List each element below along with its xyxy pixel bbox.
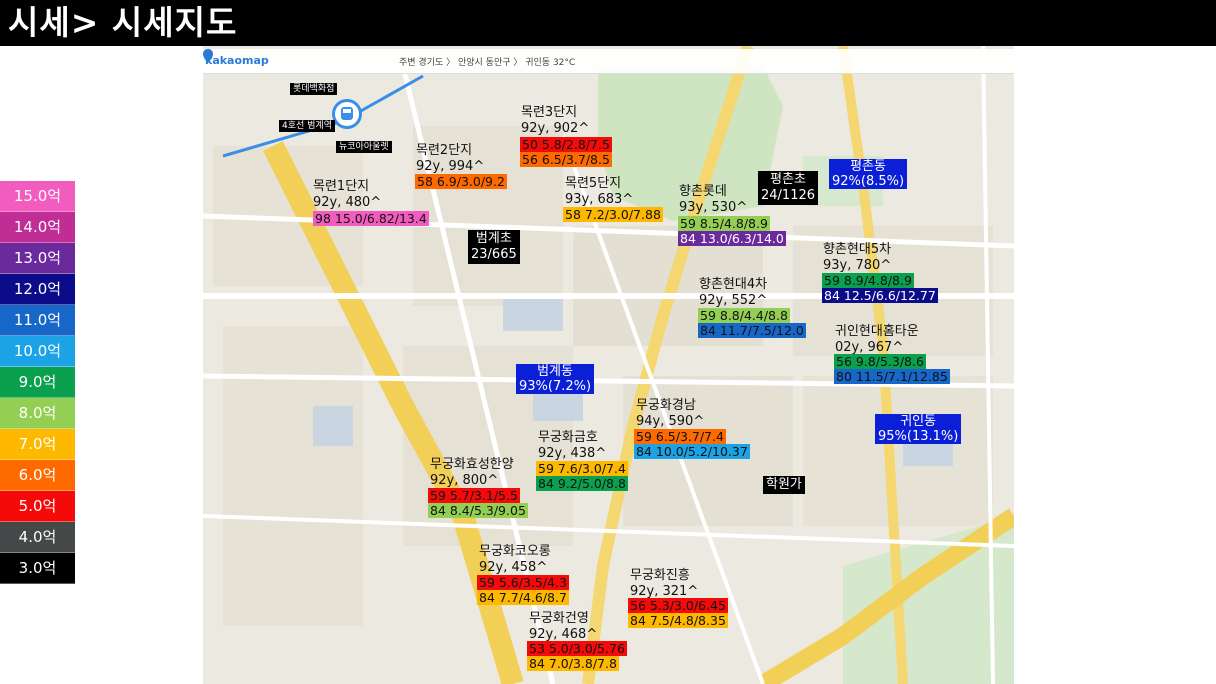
- pin-lotte-department-store[interactable]: 롯데백화점: [290, 83, 338, 95]
- pin-newcore-outlet[interactable]: 뉴코아아울렛: [336, 141, 392, 153]
- legend-item: 8.0억: [0, 398, 75, 429]
- apt-mugung-hyosung-price-59: 59 5.7/3.1/5.5: [428, 488, 520, 503]
- apt-hyangchon4-price-59: 59 8.8/4.4/8.8: [698, 308, 790, 323]
- apt-mugung-hyosung-name[interactable]: 무궁화효성한양: [430, 457, 514, 473]
- apt-mokryeon2-year: 92y, 994^: [416, 159, 485, 174]
- apt-mugung-jinheung-price-84: 84 7.5/4.8/8.35: [628, 613, 728, 628]
- title-bar: 시세> 시세지도: [0, 0, 1216, 46]
- apt-gwiin-hometown-name[interactable]: 귀인현대홈타운: [835, 324, 919, 340]
- kakaomap-logo: kakaomap: [205, 54, 269, 67]
- apt-mokryeon3-name[interactable]: 목련3단지: [521, 105, 577, 121]
- pin-beomgye-station[interactable]: 4호선 범계역: [279, 120, 335, 132]
- apt-mugung-gyeongnam-year: 94y, 590^: [636, 414, 705, 429]
- apt-mugung-gyeongnam-price-84: 84 10.0/5.2/10.37: [634, 444, 750, 459]
- apt-mugung-geumho-price-84: 84 9.2/5.0/8.8: [536, 476, 628, 491]
- apt-hyangchon4-name[interactable]: 향촌현대4차: [699, 277, 767, 293]
- apt-mugung-kolon-name[interactable]: 무궁화코오롱: [479, 544, 551, 560]
- apt-hyangchon5-name[interactable]: 향촌현대5차: [823, 242, 891, 258]
- apt-mugung-kolon-year: 92y, 458^: [479, 560, 548, 575]
- apt-hyangchon4-year: 92y, 552^: [699, 293, 768, 308]
- subway-station-icon: [332, 99, 362, 129]
- apt-gwiin-hometown-price-80: 80 11.5/7.1/12.85: [834, 369, 950, 384]
- stat-name: 평촌동: [850, 159, 886, 174]
- school-name: 평촌초: [770, 172, 806, 187]
- legend-item: 9.0억: [0, 367, 75, 398]
- apt-mugung-geonyoung-name[interactable]: 무궁화건영: [529, 611, 589, 627]
- apt-mugung-geumho-name[interactable]: 무궁화금호: [538, 430, 598, 446]
- apt-hyangchon5-price-59: 59 8.9/4.8/8.9: [822, 273, 914, 288]
- apt-mugung-kolon-price-59: 59 5.6/3.5/4.3: [477, 575, 569, 590]
- legend-item: 10.0억: [0, 336, 75, 367]
- apt-mokryeon5-year: 93y, 683^: [565, 192, 634, 207]
- legend-item: 7.0억: [0, 429, 75, 460]
- school-beomgye: 범계초 23/665: [468, 230, 520, 264]
- school-count: 23/665: [471, 247, 517, 262]
- apt-mugung-geonyoung-price-53: 53 5.0/3.0/5.76: [527, 641, 627, 656]
- map-toolbar: kakaomap 주변 경기도 〉 안양시 동안구 〉 귀인동 32°C: [203, 49, 1014, 74]
- apt-mokryeon2-price: 58 6.9/3.0/9.2: [415, 174, 507, 189]
- stat-pyeongchon: 평촌동 92%(8.5%): [829, 159, 908, 189]
- apt-hyangchon5-year: 93y, 780^: [823, 258, 892, 273]
- location-pin-icon[interactable]: [203, 49, 213, 63]
- legend-item: 5.0억: [0, 491, 75, 522]
- apt-hyangchon5-price-84: 84 12.5/6.6/12.77: [822, 288, 938, 303]
- apt-mugung-hyosung-year: 92y, 800^: [430, 473, 499, 488]
- apt-hyangchon-lotte-price-59: 59 8.5/4.8/8.9: [678, 216, 770, 231]
- apt-mugung-geumho-price-59: 59 7.6/3.0/7.4: [536, 461, 628, 476]
- stat-name: 범계동: [537, 364, 573, 379]
- price-legend: 15.0억 14.0억 13.0억 12.0억 11.0억 10.0억 9.0억…: [0, 181, 75, 584]
- school-pyeongchon: 평촌초 24/1126: [758, 171, 819, 205]
- legend-item: 15.0억: [0, 181, 75, 212]
- apt-mokryeon5-price: 58 7.2/3.0/7.88: [563, 207, 663, 222]
- apt-hyangchon-lotte-name[interactable]: 향촌롯데: [679, 184, 727, 200]
- apt-mokryeon1-price: 98 15.0/6.82/13.4: [313, 211, 429, 226]
- legend-item: 12.0억: [0, 274, 75, 305]
- apt-hyangchon4-price-84: 84 11.7/7.5/12.0: [698, 323, 806, 338]
- apt-mokryeon5-name[interactable]: 목련5단지: [565, 176, 621, 192]
- apt-mugung-geonyoung-price-84: 84 7.0/3.8/7.8: [527, 656, 619, 671]
- apt-mokryeon3-price-56: 56 6.5/3.7/8.5: [520, 152, 612, 167]
- apt-mugung-geumho-year: 92y, 438^: [538, 446, 607, 461]
- academy-district-label: 학원가: [763, 476, 805, 494]
- apt-mugung-jinheung-price-56: 56 5.3/3.0/6.45: [628, 598, 728, 613]
- stat-name: 귀인동: [900, 414, 937, 429]
- legend-item: 13.0억: [0, 243, 75, 274]
- apt-mugung-hyosung-price-84: 84 8.4/5.3/9.05: [428, 503, 528, 518]
- stat-rate: 93%(7.2%): [519, 379, 592, 394]
- stat-beomgye: 범계동 93%(7.2%): [516, 364, 595, 394]
- apt-mugung-gyeongnam-price-59: 59 6.5/3.7/7.4: [634, 429, 726, 444]
- legend-item: 3.0억: [0, 553, 75, 584]
- apt-mugung-jinheung-name[interactable]: 무궁화진흥: [630, 568, 690, 584]
- school-count: 24/1126: [761, 188, 816, 203]
- legend-item: 6.0억: [0, 460, 75, 491]
- legend-item: 11.0억: [0, 305, 75, 336]
- apt-mokryeon1-name[interactable]: 목련1단지: [313, 179, 369, 195]
- apt-mokryeon2-name[interactable]: 목련2단지: [416, 143, 472, 159]
- legend-item: 4.0억: [0, 522, 75, 553]
- apt-gwiin-hometown-price-56: 56 9.8/5.3/8.6: [834, 354, 926, 369]
- apt-mokryeon1-year: 92y, 480^: [313, 195, 382, 210]
- school-name: 범계초: [475, 231, 512, 246]
- page-title: 시세> 시세지도: [8, 3, 238, 42]
- apt-mugung-kolon-price-84: 84 7.7/4.6/8.7: [477, 590, 569, 605]
- apt-hyangchon-lotte-price-84: 84 13.0/6.3/14.0: [678, 231, 786, 246]
- apt-mokryeon3-price-50: 50 5.8/2.8/7.5: [520, 137, 612, 152]
- legend-item: 14.0억: [0, 212, 75, 243]
- apt-hyangchon-lotte-year: 93y, 530^: [679, 200, 748, 215]
- stat-rate: 95%(13.1%): [878, 429, 959, 444]
- apt-mokryeon3-year: 92y, 902^: [521, 121, 590, 136]
- stat-rate: 92%(8.5%): [832, 174, 905, 189]
- apt-mugung-gyeongnam-name[interactable]: 무궁화경남: [636, 398, 696, 414]
- location-breadcrumb[interactable]: 주변 경기도 〉 안양시 동안구 〉 귀인동 32°C: [399, 55, 575, 68]
- stat-gwiin: 귀인동 95%(13.1%): [875, 414, 962, 444]
- map-view[interactable]: kakaomap 주변 경기도 〉 안양시 동안구 〉 귀인동 32°C 롯데백…: [203, 46, 1014, 684]
